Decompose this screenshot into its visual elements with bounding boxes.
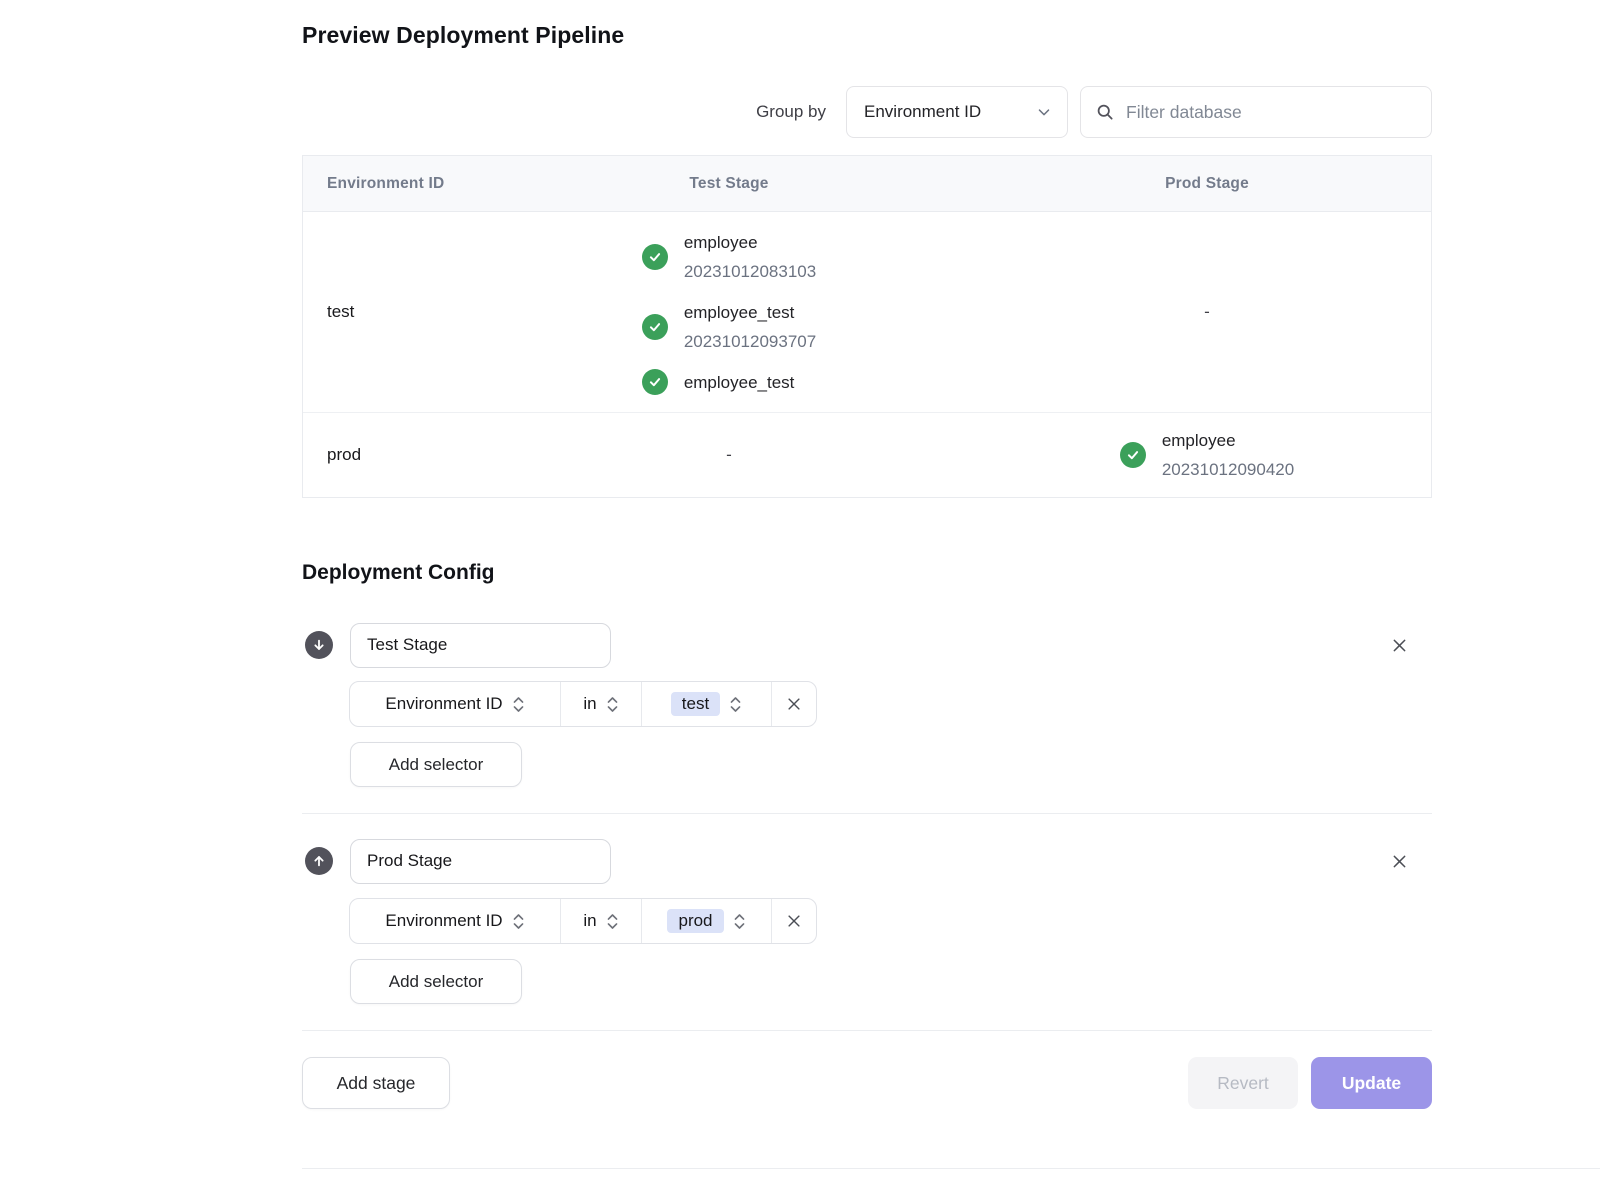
environment-cell: test <box>303 212 475 412</box>
database-item: employee_test <box>642 368 795 397</box>
check-circle-icon <box>642 244 668 270</box>
test-stage-cell: employee 20231012083103 employee_test 20… <box>475 212 983 412</box>
footer-actions: Add stage Revert Update <box>302 1057 1432 1109</box>
database-item: employee 20231012083103 <box>642 228 816 286</box>
selector-field-value: Environment ID <box>385 911 502 931</box>
prod-stage-cell: - <box>983 212 1431 412</box>
arrow-down-circle-icon <box>305 631 333 659</box>
check-circle-icon <box>642 369 668 395</box>
environment-cell: prod <box>303 413 475 497</box>
database-name: employee <box>1162 426 1294 455</box>
selector-operator-value: in <box>583 694 596 714</box>
stage-header-prod <box>302 838 1432 884</box>
chevron-up-down-icon <box>606 695 619 714</box>
chevron-up-down-icon <box>512 912 525 931</box>
remove-stage-button[interactable] <box>1387 633 1411 657</box>
test-stage-cell: - <box>475 413 983 497</box>
stage-name-input[interactable] <box>350 839 611 884</box>
deployment-config-heading: Deployment Config <box>302 561 495 585</box>
pipeline-table-header: Environment ID Test Stage Prod Stage <box>303 156 1431 212</box>
selector-field-select[interactable]: Environment ID <box>350 899 561 943</box>
stage-header-test <box>302 622 1432 668</box>
group-by-label: Group by <box>756 102 826 122</box>
footer-divider <box>302 1030 1432 1031</box>
database-version: 20231012093707 <box>684 327 816 356</box>
stage-name-input[interactable] <box>350 623 611 668</box>
database-name: employee_test <box>684 368 795 397</box>
page-title: Preview Deployment Pipeline <box>302 22 624 49</box>
check-circle-icon <box>642 314 668 340</box>
database-list: employee 20231012090420 <box>1120 426 1294 484</box>
update-button[interactable]: Update <box>1311 1057 1432 1109</box>
selector-value-tag: test <box>671 692 720 716</box>
table-row-prod: prod - employee 20231012090420 <box>303 413 1431 497</box>
database-item: employee 20231012090420 <box>1120 426 1294 484</box>
chevron-up-down-icon <box>729 695 742 714</box>
pipeline-table: Environment ID Test Stage Prod Stage tes… <box>302 155 1432 498</box>
page-bottom-divider <box>302 1168 1600 1169</box>
database-list: employee 20231012083103 employee_test 20… <box>642 228 816 397</box>
add-selector-button[interactable]: Add selector <box>350 742 522 787</box>
group-by-select[interactable]: Environment ID <box>846 86 1068 138</box>
remove-stage-button[interactable] <box>1387 849 1411 873</box>
chevron-down-icon <box>1035 103 1053 121</box>
selector-value-tag: prod <box>667 909 723 933</box>
selector-field-value: Environment ID <box>385 694 502 714</box>
remove-selector-button[interactable] <box>772 899 816 943</box>
prod-stage-cell: employee 20231012090420 <box>983 413 1431 497</box>
database-version: 20231012083103 <box>684 257 816 286</box>
selector-value-select[interactable]: prod <box>642 899 772 943</box>
chevron-up-down-icon <box>512 695 525 714</box>
selector-operator-select[interactable]: in <box>561 899 642 943</box>
stage-divider <box>302 813 1432 814</box>
toolbar: Group by Environment ID <box>302 86 1432 138</box>
remove-selector-button[interactable] <box>772 682 816 726</box>
database-name: employee_test <box>684 298 816 327</box>
search-icon <box>1095 102 1115 122</box>
column-header-test-stage: Test Stage <box>475 156 983 211</box>
database-name: employee <box>684 228 816 257</box>
chevron-up-down-icon <box>733 912 746 931</box>
selector-operator-select[interactable]: in <box>561 682 642 726</box>
column-header-prod-stage: Prod Stage <box>983 156 1431 211</box>
selector-value-select[interactable]: test <box>642 682 772 726</box>
empty-stage-dash: - <box>1204 302 1210 322</box>
chevron-up-down-icon <box>606 912 619 931</box>
table-row-test: test employee 20231012083103 <box>303 212 1431 413</box>
arrow-up-circle-icon <box>305 847 333 875</box>
filter-database-input[interactable] <box>1126 102 1417 123</box>
group-by-selected-value: Environment ID <box>864 102 981 122</box>
selector-row: Environment ID in prod <box>349 898 817 944</box>
add-stage-button[interactable]: Add stage <box>302 1057 450 1109</box>
empty-stage-dash: - <box>726 445 732 465</box>
check-circle-icon <box>1120 442 1146 468</box>
selector-row: Environment ID in test <box>349 681 817 727</box>
selector-field-select[interactable]: Environment ID <box>350 682 561 726</box>
filter-database-field[interactable] <box>1080 86 1432 138</box>
selector-operator-value: in <box>583 911 596 931</box>
column-header-environment-id: Environment ID <box>303 156 475 211</box>
add-selector-button[interactable]: Add selector <box>350 959 522 1004</box>
revert-button[interactable]: Revert <box>1188 1057 1298 1109</box>
page: Preview Deployment Pipeline Group by Env… <box>0 0 1600 1200</box>
database-version: 20231012090420 <box>1162 455 1294 484</box>
database-item: employee_test 20231012093707 <box>642 298 816 356</box>
